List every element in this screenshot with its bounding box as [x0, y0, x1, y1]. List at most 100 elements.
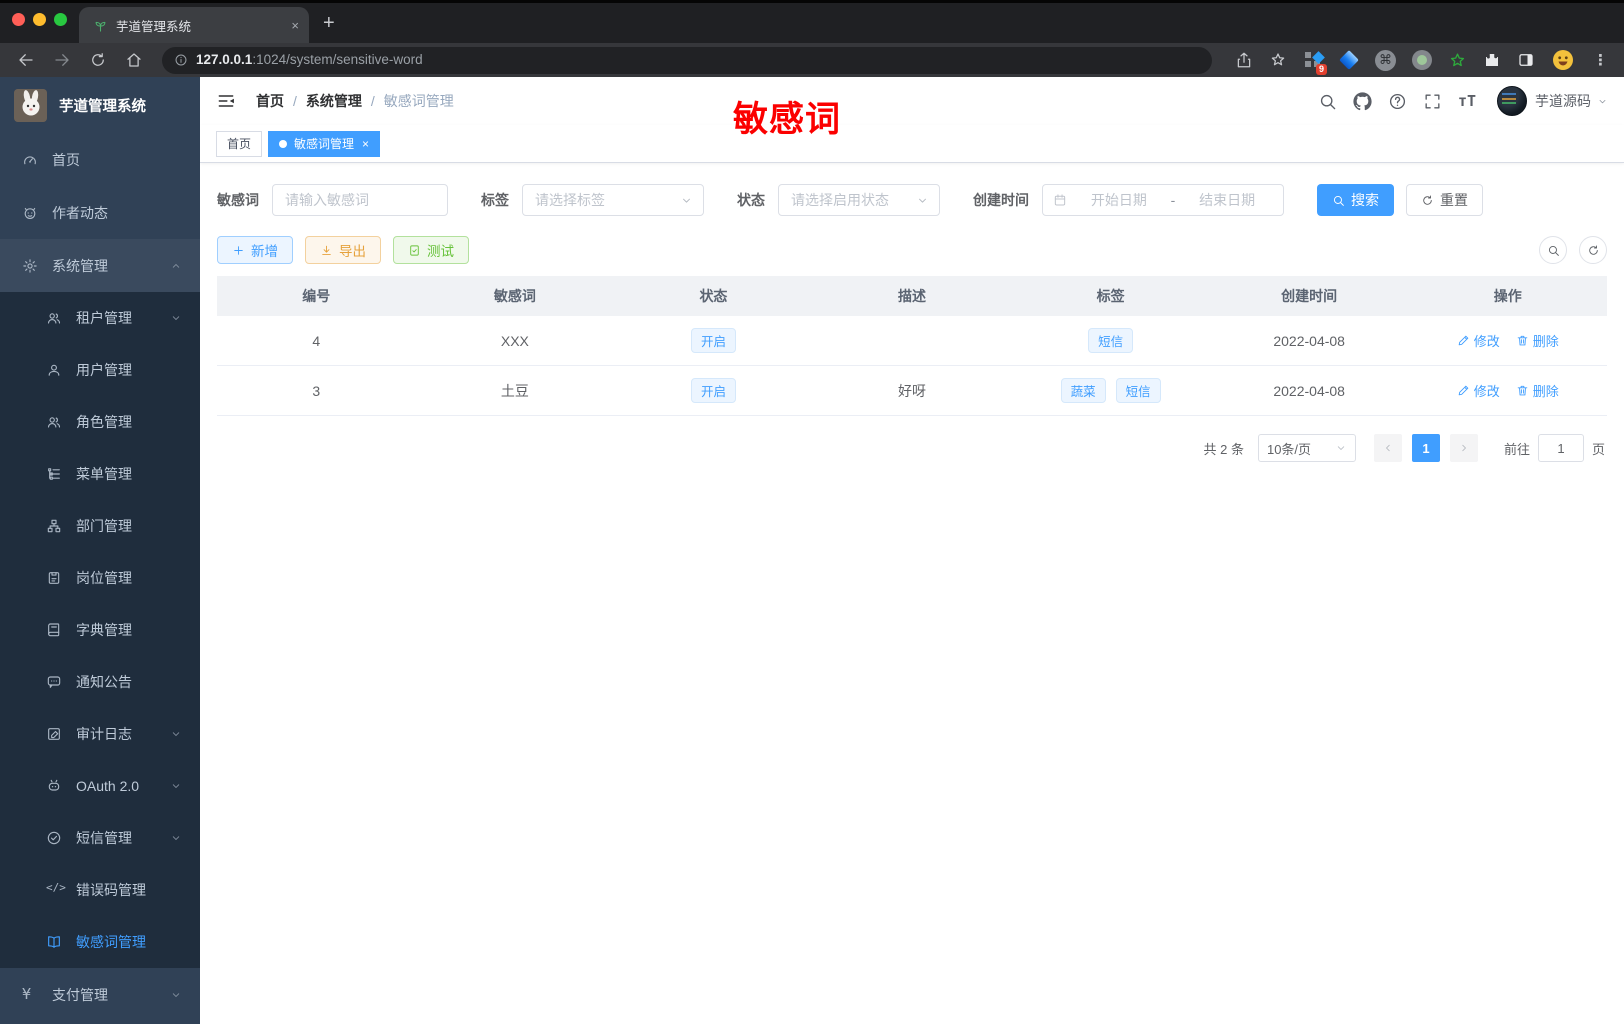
back-icon[interactable]: [17, 51, 35, 69]
browser-tab[interactable]: 芋道管理系统 ×: [79, 7, 309, 43]
edit-link[interactable]: 修改: [1457, 331, 1500, 350]
sidebar-item-errorcode[interactable]: </> 错误码管理: [0, 864, 200, 916]
close-icon[interactable]: ×: [362, 137, 369, 151]
keyword-input[interactable]: [285, 192, 435, 208]
sidebar-fold-icon[interactable]: [216, 91, 236, 111]
download-icon: [320, 244, 333, 257]
page-size-select[interactable]: 10条/页: [1257, 434, 1356, 462]
add-button[interactable]: 新增: [217, 236, 293, 264]
table-header-row: 编号 敏感词 状态 描述 标签 创建时间 操作: [217, 276, 1607, 316]
tag-view-label: 首页: [227, 137, 252, 151]
column-header-word: 敏感词: [493, 288, 536, 304]
speech-bubble-icon: [46, 674, 62, 690]
font-size-icon[interactable]: тT: [1458, 92, 1477, 111]
extension-grid-icon[interactable]: 9: [1305, 51, 1327, 75]
calendar-icon: [1053, 193, 1067, 207]
table-search-toggle-button[interactable]: [1539, 236, 1567, 264]
delete-link[interactable]: 删除: [1516, 331, 1559, 350]
side-panel-icon[interactable]: [1517, 51, 1535, 69]
breadcrumb-system[interactable]: 系统管理: [306, 91, 362, 111]
sidebar-item-sensitive-word[interactable]: 敏感词管理: [0, 916, 200, 968]
sidebar-item-label: 敏感词管理: [76, 934, 146, 950]
status-select[interactable]: 请选择启用状态: [778, 184, 940, 216]
chevron-down-icon: [680, 194, 693, 207]
sidebar-group-system[interactable]: 系统管理: [0, 239, 200, 292]
extensions-puzzle-icon[interactable]: [1483, 51, 1501, 69]
site-info-icon[interactable]: [174, 53, 188, 67]
window-minimize-button[interactable]: [33, 12, 46, 26]
sidebar-item-author[interactable]: 作者动态: [0, 186, 200, 239]
forward-icon[interactable]: [53, 51, 71, 69]
user-avatar[interactable]: [1497, 86, 1527, 116]
new-tab-button[interactable]: +: [323, 12, 335, 35]
edit-pencil-icon: [1457, 334, 1470, 347]
sidebar: 芋道管理系统 首页 作者动态 系统管理 租户管理 用户管理 角色管理 菜单管理 …: [0, 77, 200, 1024]
sidebar-item-post[interactable]: 岗位管理: [0, 552, 200, 604]
cell-id: 3: [312, 382, 321, 399]
sidebar-item-home[interactable]: 首页: [0, 133, 200, 186]
goto-page-input[interactable]: [1537, 434, 1584, 462]
sidebar-item-role[interactable]: 角色管理: [0, 396, 200, 448]
window-controls: [0, 7, 79, 43]
table-refresh-button[interactable]: [1579, 236, 1607, 264]
reset-button[interactable]: 重置: [1406, 184, 1483, 216]
share-icon[interactable]: [1235, 51, 1253, 69]
export-button[interactable]: 导出: [305, 236, 381, 264]
delete-link-label: 删除: [1532, 384, 1559, 399]
delete-link[interactable]: 删除: [1516, 381, 1559, 400]
sidebar-item-notice[interactable]: 通知公告: [0, 656, 200, 708]
home-icon[interactable]: [125, 51, 143, 69]
tag-view-home[interactable]: 首页: [216, 130, 263, 157]
chevron-down-icon[interactable]: [1597, 96, 1608, 107]
tab-title: 芋道管理系统: [116, 19, 192, 34]
edit-link[interactable]: 修改: [1457, 381, 1500, 400]
date-range-picker[interactable]: 开始日期 - 结束日期: [1042, 184, 1284, 216]
breadcrumb-home[interactable]: 首页: [256, 91, 284, 111]
url-path: :1024/system/sensitive-word: [252, 52, 423, 67]
gear-icon: [22, 258, 38, 274]
page-number-button[interactable]: 1: [1411, 434, 1440, 462]
sidebar-group-label: 支付管理: [52, 986, 108, 1003]
bookmark-star-icon[interactable]: [1269, 51, 1287, 69]
column-header-actions: 操作: [1493, 288, 1522, 304]
sidebar-item-menu[interactable]: 菜单管理: [0, 448, 200, 500]
chevron-down-icon: [170, 832, 182, 844]
fullscreen-icon[interactable]: [1423, 92, 1442, 111]
tag-select[interactable]: 请选择标签: [522, 184, 704, 216]
search-icon[interactable]: [1318, 92, 1337, 111]
table-tools: [1539, 236, 1607, 264]
sidebar-item-dict[interactable]: 字典管理: [0, 604, 200, 656]
status-badge: 开启: [690, 328, 736, 353]
extension-command-icon[interactable]: ⌘: [1375, 49, 1396, 71]
sidebar-item-tenant[interactable]: 租户管理: [0, 292, 200, 344]
extension-record-icon[interactable]: [1412, 50, 1432, 70]
sidebar-group-pay[interactable]: ¥ 支付管理: [0, 968, 200, 1021]
profile-avatar-icon[interactable]: [1551, 48, 1575, 72]
browser-menu-icon[interactable]: ⋮: [1593, 51, 1608, 69]
sidebar-item-user[interactable]: 用户管理: [0, 344, 200, 396]
sidebar-item-dept[interactable]: 部门管理: [0, 500, 200, 552]
extension-green-star-icon[interactable]: [1448, 51, 1467, 70]
prev-page-button[interactable]: [1373, 434, 1402, 462]
sidebar-item-label: 租户管理: [76, 310, 132, 326]
github-icon[interactable]: [1353, 91, 1372, 111]
tag-view-sensitive-word[interactable]: 敏感词管理 ×: [268, 130, 381, 157]
extension-gem-icon[interactable]: [1339, 50, 1359, 70]
test-button[interactable]: 测试: [393, 236, 469, 264]
next-page-button[interactable]: [1449, 434, 1478, 462]
sidebar-item-sms[interactable]: 短信管理: [0, 812, 200, 864]
address-bar[interactable]: 127.0.0.1:1024/system/sensitive-word: [162, 46, 1212, 74]
sidebar-item-label: 审计日志: [76, 726, 132, 742]
window-close-button[interactable]: [12, 12, 25, 26]
tab-close-icon[interactable]: ×: [291, 18, 299, 33]
sidebar-logo[interactable]: 芋道管理系统: [0, 77, 200, 133]
sidebar-item-oauth[interactable]: OAuth 2.0: [0, 760, 200, 812]
favicon-plant-icon: [93, 18, 108, 33]
sidebar-item-audit[interactable]: 审计日志: [0, 708, 200, 760]
author-face-icon: [22, 205, 38, 221]
username[interactable]: 芋道源码: [1535, 91, 1591, 111]
window-zoom-button[interactable]: [54, 12, 67, 26]
reload-icon[interactable]: [89, 51, 107, 69]
search-button[interactable]: 搜索: [1317, 184, 1394, 216]
help-icon[interactable]: [1388, 92, 1407, 111]
